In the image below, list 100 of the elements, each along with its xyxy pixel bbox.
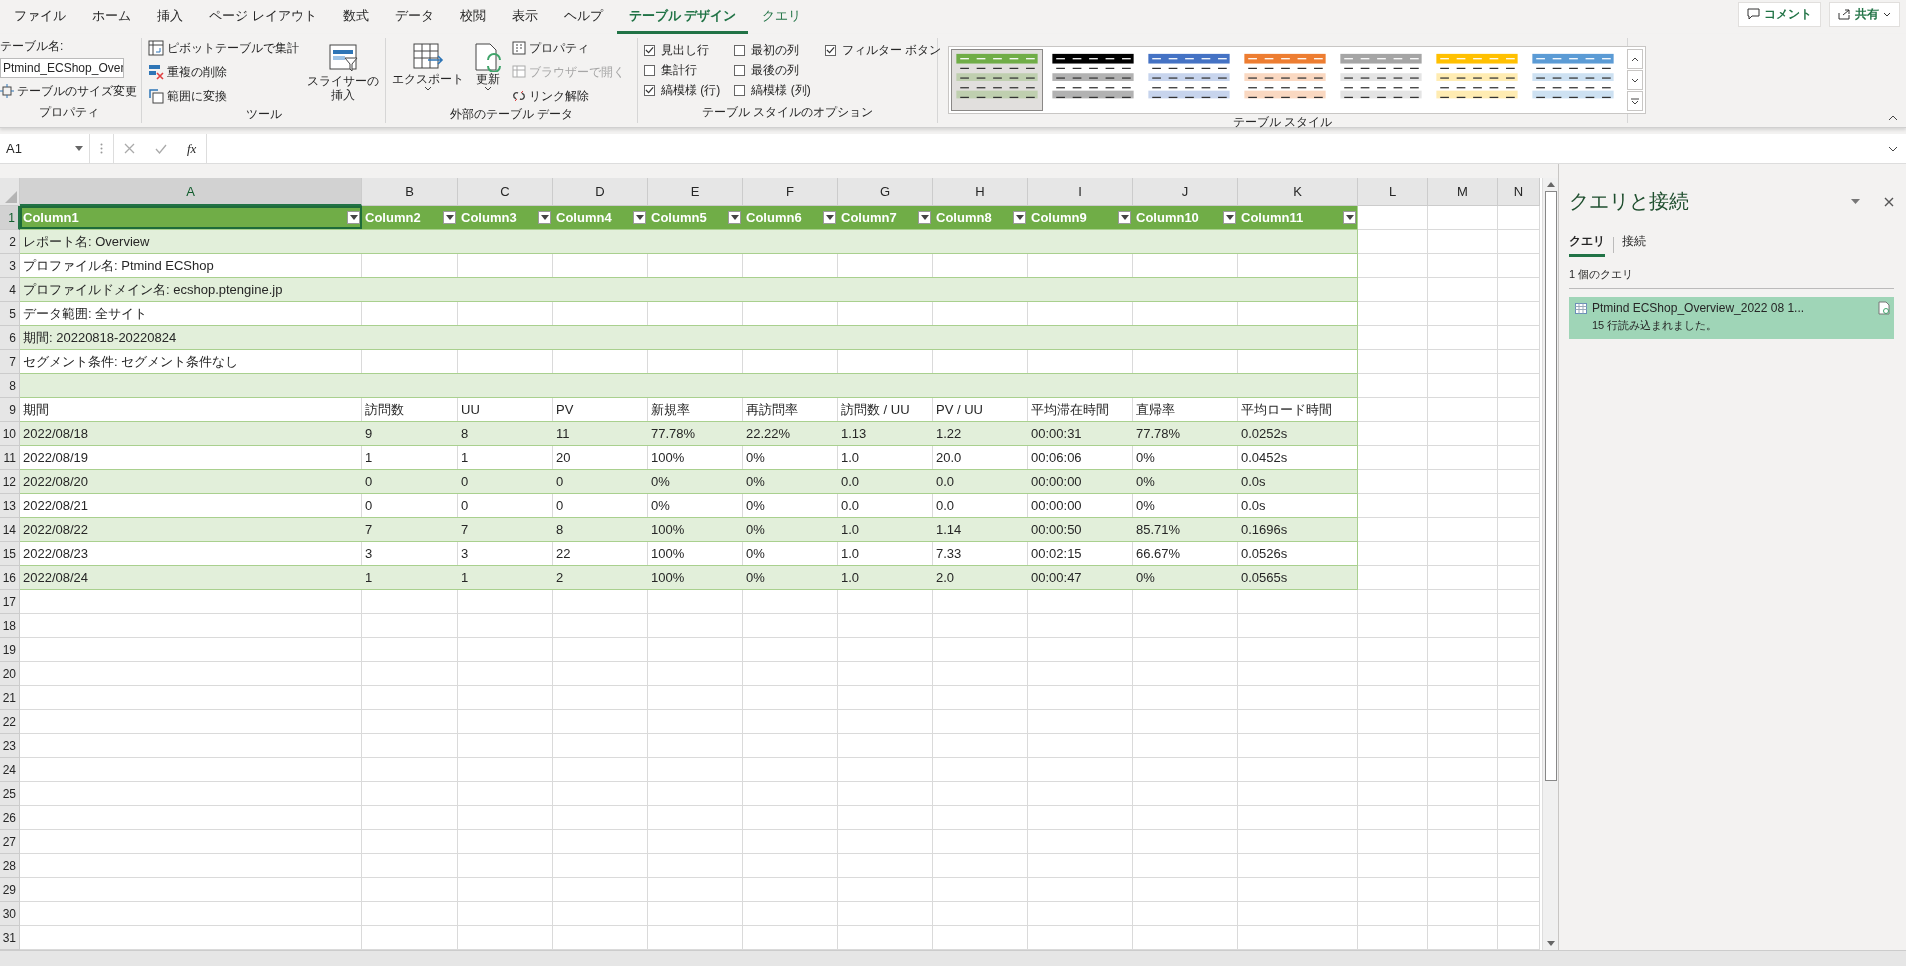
caret-icon bbox=[1015, 215, 1024, 220]
filter-dropdown-button[interactable] bbox=[918, 211, 931, 224]
ribbon-tab[interactable]: データ bbox=[382, 7, 446, 34]
checkbox[interactable] bbox=[644, 64, 655, 76]
properties-button[interactable]: プロパティ bbox=[512, 38, 625, 58]
row-header[interactable]: 13 bbox=[0, 494, 20, 518]
checkbox-label[interactable]: 縞模様 (行) bbox=[661, 81, 721, 99]
ribbon-tab[interactable]: 数式 bbox=[330, 7, 381, 34]
column-header[interactable]: L bbox=[1358, 178, 1428, 206]
filter-dropdown-button[interactable] bbox=[1343, 211, 1356, 224]
filter-dropdown-button[interactable] bbox=[633, 211, 646, 224]
checkbox[interactable] bbox=[734, 84, 746, 96]
check-icon[interactable] bbox=[155, 143, 167, 154]
row-header[interactable]: 29 bbox=[0, 878, 20, 902]
scroll-down-icon[interactable] bbox=[1546, 941, 1555, 946]
filter-dropdown-button[interactable] bbox=[538, 211, 551, 224]
checkbox[interactable] bbox=[824, 44, 836, 56]
checkbox-label[interactable]: 最後の列 bbox=[751, 61, 800, 79]
ribbon-tab[interactable]: ファイル bbox=[2, 7, 78, 34]
row-header[interactable]: 4 bbox=[0, 278, 20, 302]
checkbox-label[interactable]: フィルター ボタン bbox=[841, 41, 941, 59]
column-header[interactable]: N bbox=[1498, 178, 1540, 206]
unlink-button[interactable]: リンク解除 bbox=[512, 86, 625, 106]
row-header[interactable]: 12 bbox=[0, 470, 20, 494]
checkbox-label[interactable]: 集計行 bbox=[661, 61, 697, 79]
checkbox-label[interactable]: 縞模様 (列) bbox=[751, 81, 811, 99]
row-header[interactable]: 17 bbox=[0, 590, 20, 614]
filter-dropdown-button[interactable] bbox=[347, 211, 360, 224]
row-header[interactable]: 22 bbox=[0, 710, 20, 734]
checkbox-label[interactable]: 最初の列 bbox=[751, 41, 800, 59]
convert-to-range-button[interactable]: 範囲に変換 bbox=[148, 86, 299, 106]
row-header[interactable]: 9 bbox=[0, 398, 20, 422]
ribbon-tab[interactable]: 挿入 bbox=[145, 7, 195, 34]
filter-dropdown-button[interactable] bbox=[443, 211, 456, 224]
remove-duplicates-button[interactable]: 重複の削除 bbox=[148, 62, 299, 82]
row-header[interactable]: 8 bbox=[0, 374, 20, 398]
resize-table-button[interactable]: テーブルのサイズ変更 bbox=[0, 81, 137, 101]
ribbon-tab[interactable]: 表示 bbox=[499, 7, 550, 34]
ribbon-tab[interactable]: ヘルプ bbox=[551, 7, 615, 34]
expand-formula-icon[interactable] bbox=[1888, 145, 1898, 152]
insert-slicer-button[interactable]: スライサーの 挿入 bbox=[307, 38, 379, 102]
table-style-swatch[interactable] bbox=[951, 49, 1043, 111]
row-header[interactable]: 27 bbox=[0, 830, 20, 854]
ribbon-tab[interactable]: クエリ bbox=[750, 7, 814, 34]
checkbox[interactable] bbox=[644, 84, 655, 96]
row-header[interactable]: 26 bbox=[0, 806, 20, 830]
filter-dropdown-button[interactable] bbox=[1013, 211, 1026, 224]
pivot-table-button[interactable]: ピボットテーブルで集計 bbox=[148, 38, 299, 58]
checkbox[interactable] bbox=[644, 44, 655, 56]
name-box[interactable]: A1 bbox=[0, 134, 90, 163]
row-header[interactable]: 11 bbox=[0, 446, 20, 470]
group-label: 外部のテーブル データ bbox=[448, 106, 575, 123]
row-header[interactable]: 24 bbox=[0, 758, 20, 782]
row-header[interactable]: 20 bbox=[0, 662, 20, 686]
row-header[interactable]: 28 bbox=[0, 854, 20, 878]
row-header[interactable]: 1 bbox=[0, 206, 20, 230]
row-header[interactable]: 15 bbox=[0, 542, 20, 566]
share-button[interactable]: 共有 bbox=[1829, 1, 1900, 27]
panel-tab[interactable]: 接続 bbox=[1622, 233, 1646, 257]
row-header[interactable]: 23 bbox=[0, 734, 20, 758]
row-header[interactable]: 5 bbox=[0, 302, 20, 326]
row-header[interactable]: 7 bbox=[0, 350, 20, 374]
scrollbar-thumb[interactable] bbox=[1544, 191, 1557, 781]
filter-dropdown-button[interactable] bbox=[1118, 211, 1131, 224]
checkbox-label[interactable]: 見出し行 bbox=[661, 41, 709, 59]
row-header[interactable]: 14 bbox=[0, 518, 20, 542]
row-header[interactable]: 16 bbox=[0, 566, 20, 590]
row-header[interactable]: 25 bbox=[0, 782, 20, 806]
row-header[interactable]: 21 bbox=[0, 686, 20, 710]
scroll-up-icon[interactable] bbox=[1546, 182, 1555, 187]
comment-button[interactable]: コメント bbox=[1738, 1, 1821, 27]
ribbon-tab[interactable]: ホーム bbox=[80, 7, 143, 34]
insert-function-button[interactable]: fx bbox=[187, 140, 197, 157]
row-header[interactable]: 6 bbox=[0, 326, 20, 350]
row-header[interactable]: 3 bbox=[0, 254, 20, 278]
dropdown-caret-icon[interactable] bbox=[1851, 199, 1860, 204]
panel-tab[interactable]: クエリ bbox=[1569, 233, 1605, 257]
column-header[interactable]: M bbox=[1428, 178, 1498, 206]
ribbon-tab[interactable]: 校閲 bbox=[447, 7, 498, 34]
vertical-scrollbar[interactable] bbox=[1542, 178, 1558, 950]
table-cell: 0% bbox=[1136, 570, 1155, 585]
checkbox[interactable] bbox=[734, 44, 746, 56]
row-header[interactable]: 30 bbox=[0, 902, 20, 926]
close-icon[interactable] bbox=[1884, 196, 1894, 207]
ribbon-tab[interactable]: ページ レイアウト bbox=[197, 7, 329, 34]
row-header[interactable]: 2 bbox=[0, 230, 20, 254]
filter-dropdown-button[interactable] bbox=[823, 211, 836, 224]
row-header[interactable]: 18 bbox=[0, 614, 20, 638]
row-header[interactable]: 19 bbox=[0, 638, 20, 662]
filter-dropdown-button[interactable] bbox=[728, 211, 741, 224]
export-button[interactable]: エクスポート bbox=[392, 38, 464, 91]
query-item[interactable]: Ptmind ECShop_Overview_2022 08 1... 15 行読み込まれました。 bbox=[1569, 297, 1894, 339]
checkbox[interactable] bbox=[734, 64, 746, 76]
collapse-ribbon-icon[interactable] bbox=[1888, 115, 1898, 121]
refresh-button[interactable]: 更新 bbox=[472, 38, 504, 91]
row-header[interactable]: 10 bbox=[0, 422, 20, 446]
row-header[interactable]: 31 bbox=[0, 926, 20, 950]
more-styles-button[interactable] bbox=[1627, 91, 1643, 111]
filter-dropdown-button[interactable] bbox=[1223, 211, 1236, 224]
column-header[interactable]: A bbox=[20, 178, 362, 206]
